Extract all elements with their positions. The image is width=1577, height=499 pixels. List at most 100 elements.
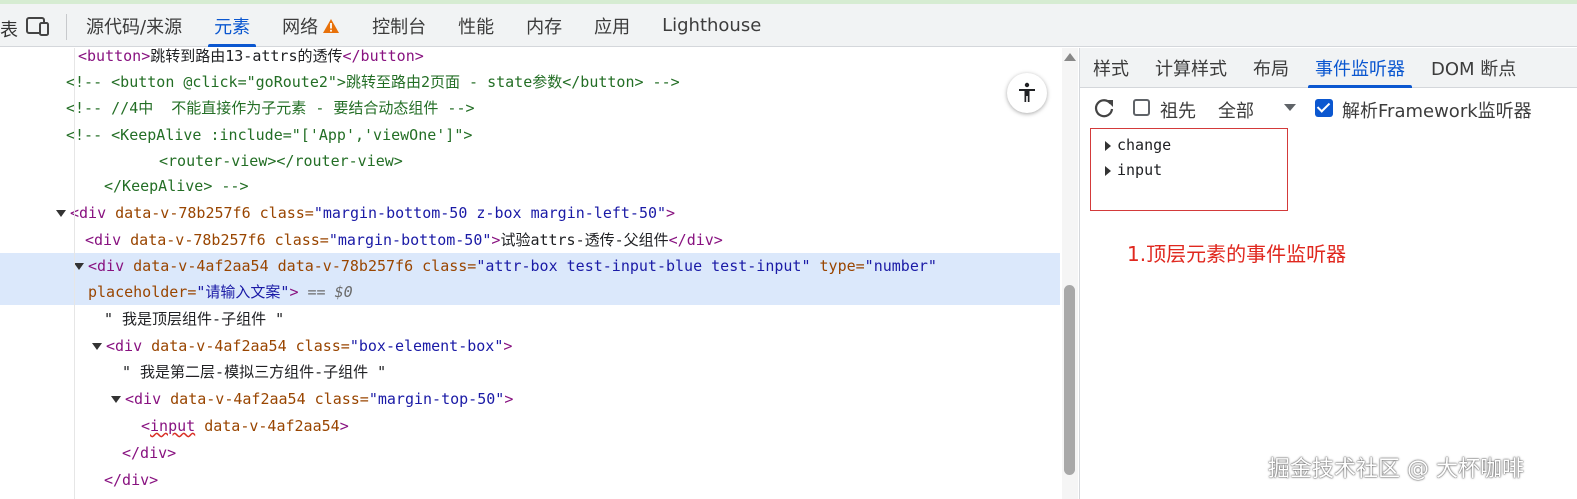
- tab-layout[interactable]: 布局: [1240, 48, 1302, 88]
- ancestors-label: 祖先: [1160, 101, 1196, 122]
- panel-tabs: 源代码/来源 元素 网络 控制台 性能 内存 应用 Lighthouse: [70, 4, 777, 47]
- tag-open: <div: [70, 204, 107, 222]
- tab-performance[interactable]: 性能: [442, 4, 510, 47]
- dom-node-line[interactable]: <div data-v-78b257f6 class="margin-botto…: [0, 227, 723, 253]
- selected-node-line[interactable]: <div data-v-4af2aa54 data-v-78b257f6 cla…: [0, 253, 1060, 279]
- attr-name: data-v-78b257f6: [130, 231, 266, 249]
- tab-label: 布局: [1253, 59, 1289, 80]
- tab-label: 计算样式: [1155, 59, 1227, 80]
- attr-name: data-v-78b257f6: [277, 257, 414, 275]
- node-text: 试验attrs-透传-父组件: [500, 231, 669, 249]
- tab-dom-breakpoints[interactable]: DOM 断点: [1418, 48, 1529, 88]
- dom-text-line[interactable]: " 我是第二层-模拟三方组件-子组件 ": [0, 359, 386, 385]
- annotation-text: 1.顶层元素的事件监听器: [1127, 242, 1347, 266]
- dom-text-line[interactable]: " 我是顶层组件-子组件 ": [0, 306, 284, 332]
- attr-name: class=: [314, 390, 369, 408]
- selected-node-line-cont[interactable]: placeholder="请输入文案"> == $0: [0, 279, 1060, 305]
- toolbar-partial-label: 表: [0, 20, 18, 40]
- tab-label: 内存: [526, 16, 563, 38]
- listener-name: input: [1117, 161, 1163, 179]
- tag-open: <div: [88, 257, 125, 275]
- attr-name: data-v-4af2aa54: [151, 337, 287, 355]
- attr-name: placeholder=: [88, 283, 197, 301]
- tag-name: input: [150, 417, 196, 435]
- tab-event-listeners[interactable]: 事件监听器: [1302, 48, 1418, 88]
- tab-elements[interactable]: 元素: [198, 4, 266, 47]
- refresh-icon[interactable]: [1093, 97, 1115, 119]
- scrollbar-thumb[interactable]: [1064, 285, 1075, 475]
- attr-name: data-v-4af2aa54: [204, 417, 340, 435]
- expand-triangle-icon[interactable]: [56, 210, 66, 217]
- listener-filter-select[interactable]: 全部: [1218, 97, 1254, 123]
- dom-node-line[interactable]: <div data-v-78b257f6 class="margin-botto…: [0, 200, 675, 226]
- listener-item[interactable]: change: [1105, 133, 1171, 157]
- tab-label: 应用: [594, 16, 631, 38]
- device-toggle-icon[interactable]: [26, 15, 50, 37]
- framework-listeners-checkbox[interactable]: [1315, 99, 1333, 117]
- devtools-main-toolbar: 表 源代码/来源 元素 网络 控制台 性能 内存 应用 Lighthouse: [0, 4, 1577, 47]
- tag-open: <div: [125, 390, 162, 408]
- tag-close: >: [666, 204, 676, 222]
- warning-icon: [323, 18, 340, 33]
- attr-name: class=: [274, 231, 329, 249]
- tag-open: <div: [106, 337, 143, 355]
- attr-value: "attr-box test-input-blue test-input": [476, 257, 811, 275]
- dom-close-line[interactable]: </div>: [0, 467, 158, 493]
- dom-node-line[interactable]: <input data-v-4af2aa54>: [0, 413, 349, 439]
- accessibility-button[interactable]: [1007, 73, 1047, 113]
- expand-triangle-icon[interactable]: [1105, 140, 1111, 151]
- tab-computed[interactable]: 计算样式: [1142, 48, 1240, 88]
- attr-name: data-v-4af2aa54: [170, 390, 306, 408]
- attr-name: data-v-4af2aa54: [133, 257, 269, 275]
- tag-close: </button>: [342, 48, 424, 65]
- dom-node-line[interactable]: <div data-v-4af2aa54 class="margin-top-5…: [0, 386, 513, 412]
- ancestors-checkbox[interactable]: [1133, 99, 1150, 116]
- expand-triangle-icon[interactable]: [111, 396, 121, 403]
- tab-label: Lighthouse: [662, 15, 762, 36]
- tab-label: 性能: [458, 16, 495, 38]
- tab-label: 网络: [282, 16, 319, 38]
- dom-comment-line[interactable]: <router-view></router-view>: [0, 148, 403, 174]
- listener-item[interactable]: input: [1105, 158, 1162, 182]
- indent-guide: [74, 48, 75, 499]
- expand-triangle-icon[interactable]: [1105, 165, 1111, 176]
- dom-comment-line[interactable]: <!-- <KeepAlive :include="['App','viewOn…: [0, 122, 472, 148]
- tab-styles[interactable]: 样式: [1080, 48, 1142, 88]
- expand-triangle-icon[interactable]: [92, 343, 102, 350]
- attr-value: "请输入文案": [196, 283, 290, 301]
- expand-triangle-icon[interactable]: [74, 263, 84, 270]
- attr-name: class=: [422, 257, 477, 275]
- chevron-down-icon[interactable]: [1284, 104, 1296, 111]
- tab-network[interactable]: 网络: [266, 4, 356, 47]
- tab-label: DOM 断点: [1431, 59, 1517, 80]
- console-ref: == $0: [307, 283, 353, 301]
- tab-application[interactable]: 应用: [578, 4, 646, 47]
- framework-listeners-label: 解析Framework监听器: [1342, 101, 1532, 122]
- attr-value: "number": [864, 257, 937, 275]
- tab-sources[interactable]: 源代码/来源: [70, 4, 198, 47]
- watermark: 掘金技术社区 @ 大杯咖啡: [1268, 457, 1524, 482]
- attr-value: "box-element-box": [349, 337, 504, 355]
- tab-label: 元素: [214, 16, 251, 38]
- dom-node-line[interactable]: <button>跳转到路由13-attrs的透传</button>: [0, 48, 424, 69]
- dom-comment-line[interactable]: <!-- //4中 不能直接作为子元素 - 要结合动态组件 -->: [0, 95, 475, 121]
- tab-memory[interactable]: 内存: [510, 4, 578, 47]
- tag-close: </div>: [668, 231, 723, 249]
- attr-name: class=: [259, 204, 314, 222]
- node-text: 跳转到路由13-attrs的透传: [150, 48, 343, 65]
- tab-lighthouse[interactable]: Lighthouse: [646, 4, 777, 47]
- tab-console[interactable]: 控制台: [356, 4, 442, 47]
- dom-close-line[interactable]: </div>: [0, 440, 176, 466]
- tag-close: >: [339, 417, 349, 435]
- tag-open: <div: [85, 231, 122, 249]
- dom-comment-line[interactable]: <!-- <button @click="goRoute2">跳转至路由2页面 …: [0, 69, 680, 95]
- tab-label: 样式: [1093, 59, 1129, 80]
- event-listeners-toolbar: 祖先 全部 解析Framework监听器: [1080, 89, 1577, 127]
- attr-value: "margin-bottom-50 z-box margin-left-50": [313, 204, 667, 222]
- tag-close: >: [503, 337, 513, 355]
- scroll-up-arrow-icon[interactable]: [1064, 53, 1076, 61]
- dom-comment-line[interactable]: </KeepAlive> -->: [0, 173, 249, 199]
- dom-node-line[interactable]: <div data-v-4af2aa54 class="box-element-…: [0, 333, 512, 359]
- toolbar-separator: [66, 14, 67, 40]
- attr-value: "margin-top-50": [368, 390, 505, 408]
